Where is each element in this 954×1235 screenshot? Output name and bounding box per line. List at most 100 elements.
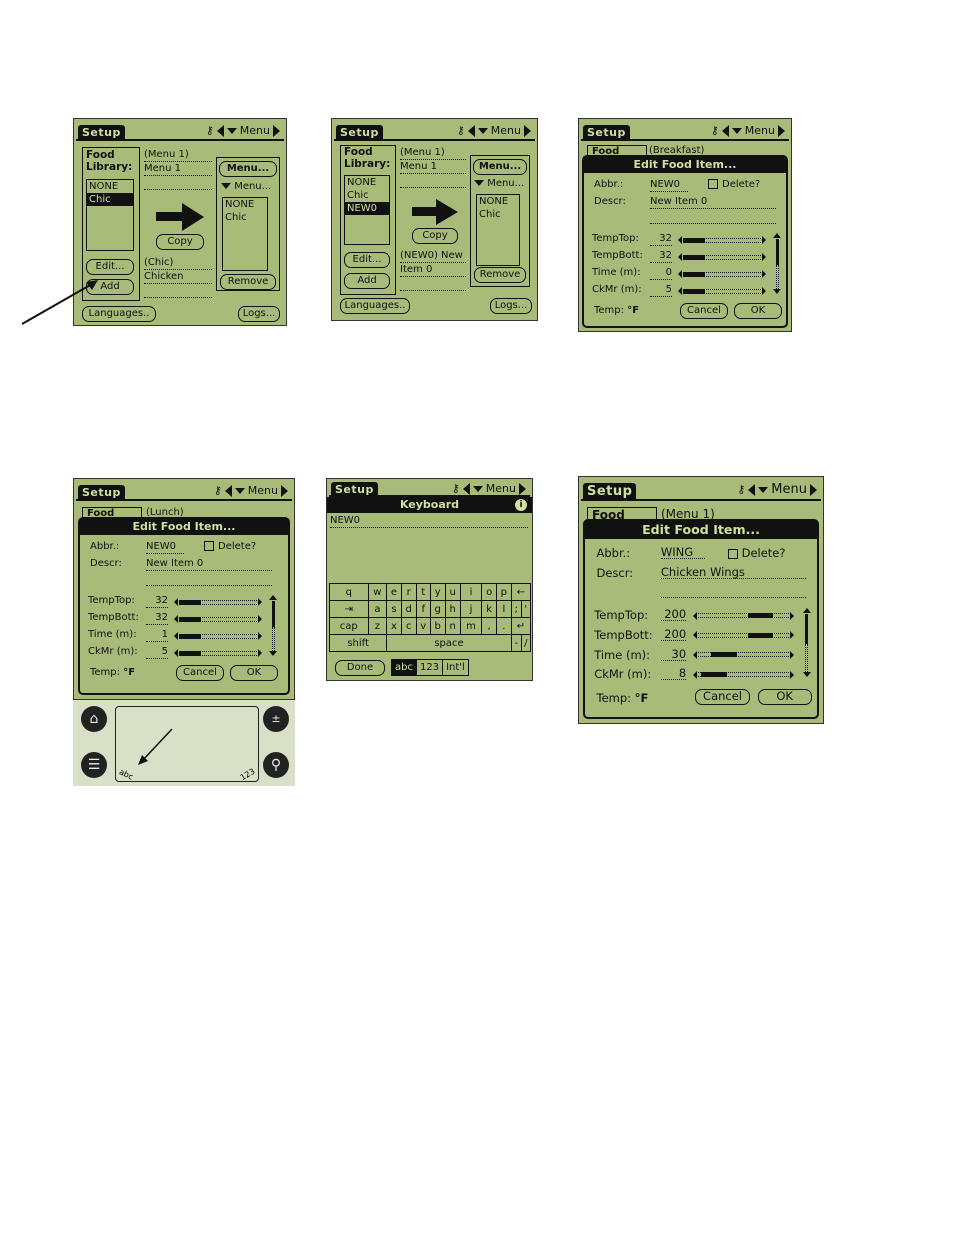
slider-track[interactable] <box>698 613 790 619</box>
menu-name-line-3[interactable] <box>144 177 212 190</box>
keyboard-key[interactable]: x <box>386 617 402 635</box>
slider-right-icon[interactable] <box>790 611 795 620</box>
field-value[interactable]: 30 <box>660 648 687 661</box>
ok-button[interactable]: OK <box>230 665 278 681</box>
copy-button[interactable]: Copy <box>156 234 204 250</box>
keyboard-key[interactable]: n <box>444 617 461 635</box>
slider-track[interactable] <box>179 650 257 656</box>
abbr-field[interactable]: NEW0 <box>146 541 184 554</box>
setup-tab[interactable]: Setup <box>78 125 125 140</box>
value-slider[interactable] <box>693 611 795 620</box>
list-item-selected[interactable]: Chic <box>87 193 133 206</box>
slider-knob[interactable] <box>683 288 705 294</box>
slider-knob[interactable] <box>747 613 773 619</box>
slider-right-icon[interactable] <box>258 649 262 657</box>
edit-button[interactable]: Edit... <box>344 252 390 268</box>
triangle-left-icon[interactable] <box>721 124 729 137</box>
keyboard-key[interactable]: v <box>415 617 431 635</box>
keyboard-key[interactable]: space <box>386 634 512 652</box>
languages-button[interactable]: Languages.. <box>340 298 410 314</box>
keyboard-key[interactable]: t <box>415 583 431 601</box>
item-line-1[interactable]: (NEW0) New <box>400 250 466 263</box>
keyboard-key[interactable]: h <box>444 600 461 618</box>
keyboard-key[interactable]: e <box>386 583 402 601</box>
value-slider[interactable] <box>678 253 766 261</box>
value-slider[interactable] <box>693 670 795 679</box>
slider-right-icon[interactable] <box>258 598 262 606</box>
cancel-button[interactable]: Cancel <box>680 303 728 319</box>
remove-button[interactable]: Remove <box>474 267 526 283</box>
keyboard-key[interactable]: i <box>459 583 483 601</box>
keyboard-key[interactable]: j <box>459 600 483 618</box>
library-list[interactable]: NONE Chic NEW0 <box>344 175 390 245</box>
keyboard-key[interactable]: y <box>429 583 446 601</box>
edit-button[interactable]: Edit... <box>86 259 134 275</box>
slider-left-icon[interactable] <box>174 632 178 640</box>
keyboard-key[interactable]: . <box>495 617 512 635</box>
scrollbar[interactable] <box>802 608 811 682</box>
menu-label[interactable]: Menu <box>771 482 807 497</box>
slider-track[interactable] <box>179 616 257 622</box>
keyboard-key[interactable]: ↵ <box>510 617 532 635</box>
slider-knob[interactable] <box>179 599 201 605</box>
slider-right-icon[interactable] <box>790 670 795 679</box>
scroll-down-icon[interactable] <box>269 651 277 656</box>
slider-right-icon[interactable] <box>762 270 766 278</box>
scroll-up-icon[interactable] <box>802 608 811 614</box>
slider-left-icon[interactable] <box>678 236 682 244</box>
triangle-down-icon[interactable] <box>234 487 245 494</box>
scroll-track[interactable] <box>805 644 808 672</box>
slider-right-icon[interactable] <box>258 632 262 640</box>
field-value[interactable]: 5 <box>650 284 672 297</box>
menu-label[interactable]: Menu <box>745 124 775 137</box>
menu-label[interactable]: Menu <box>240 124 270 137</box>
setup-tab[interactable]: Setup <box>78 485 125 500</box>
menu-label[interactable]: Menu <box>491 124 521 137</box>
keyboard-key[interactable]: k <box>481 600 497 618</box>
slider-track[interactable] <box>179 633 257 639</box>
list-item[interactable]: NONE <box>345 176 389 189</box>
triangle-down-icon[interactable] <box>472 485 483 492</box>
slider-knob[interactable] <box>683 237 705 243</box>
mode-intl[interactable]: Int'l <box>442 660 468 675</box>
field-value[interactable]: 32 <box>146 595 168 608</box>
slider-right-icon[interactable] <box>762 253 766 261</box>
slider-knob[interactable] <box>683 271 705 277</box>
keyboard-key[interactable]: f <box>415 600 431 618</box>
triangle-down-icon[interactable] <box>758 486 769 493</box>
item-line-3[interactable] <box>144 285 212 298</box>
list-item[interactable]: NONE <box>477 195 519 208</box>
keyboard-key[interactable]: - <box>510 634 522 652</box>
descr-field-line-2[interactable] <box>146 573 272 586</box>
mode-123[interactable]: 123 <box>415 660 442 675</box>
keyboard-key[interactable]: u <box>444 583 461 601</box>
keyboard-text-field[interactable]: NEW0 <box>330 515 528 528</box>
key-icon[interactable]: ⚷ <box>206 124 214 137</box>
keyboard-key[interactable]: a <box>367 600 388 618</box>
slider-track[interactable] <box>683 288 761 294</box>
done-button[interactable]: Done <box>335 660 385 676</box>
slider-left-icon[interactable] <box>174 615 178 623</box>
key-icon[interactable]: ⚷ <box>711 124 719 137</box>
slider-knob[interactable] <box>711 652 737 658</box>
triangle-left-icon[interactable] <box>216 124 224 137</box>
list-item[interactable]: NONE <box>223 198 267 211</box>
value-slider[interactable] <box>678 270 766 278</box>
slider-left-icon[interactable] <box>174 598 178 606</box>
slider-left-icon[interactable] <box>678 287 682 295</box>
triangle-right-icon[interactable] <box>281 484 288 497</box>
setup-tab[interactable]: Setup <box>336 125 383 140</box>
delete-checkbox[interactable]: Delete? <box>204 541 256 552</box>
slider-track[interactable] <box>698 652 790 658</box>
abbr-field[interactable]: NEW0 <box>650 179 688 192</box>
slider-track[interactable] <box>698 672 790 677</box>
slider-right-icon[interactable] <box>790 650 795 659</box>
item-line-2[interactable]: Chicken <box>144 271 212 284</box>
logs-button[interactable]: Logs... <box>490 298 532 314</box>
slider-left-icon[interactable] <box>693 670 698 679</box>
triangle-right-icon[interactable] <box>524 124 531 137</box>
calculator-icon[interactable]: ± <box>263 706 289 732</box>
logs-button[interactable]: Logs... <box>238 306 280 322</box>
field-value[interactable]: 8 <box>660 667 687 681</box>
cancel-button[interactable]: Cancel <box>695 688 750 705</box>
